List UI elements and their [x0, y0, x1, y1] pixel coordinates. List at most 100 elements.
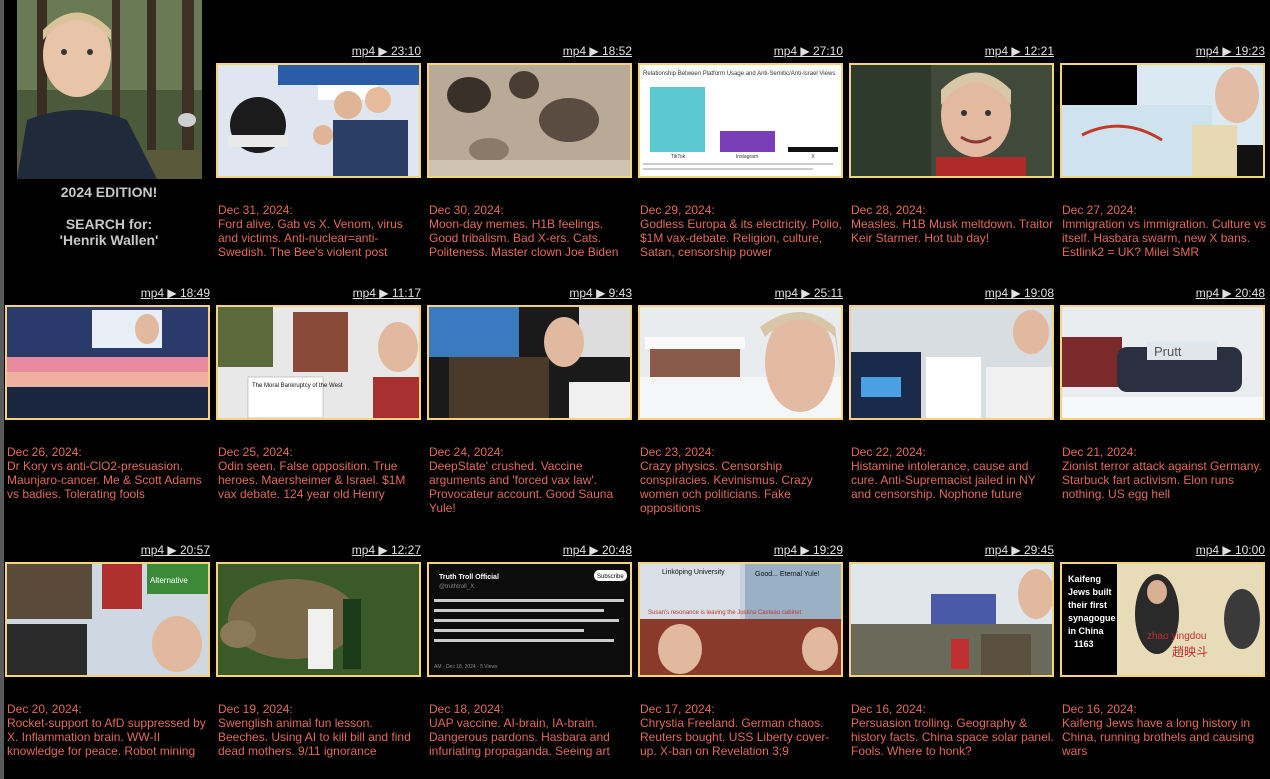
video-card: mp4 ▶ 18:52 Dec 30, 2024: Moon-day memes… — [427, 44, 632, 274]
thumbnail-chart-title: Relationship Between Platform Usage and … — [643, 71, 835, 77]
mp4-download-link[interactable]: mp4 ▶ 19:23 — [1196, 44, 1265, 58]
mp4-download-link[interactable]: mp4 ▶ 23:10 — [352, 44, 421, 58]
video-description[interactable]: Dr Kory vs anti-ClO2-presuasion. Maunjar… — [7, 459, 212, 501]
video-description[interactable]: Odin seen. False opposition. True heroes… — [218, 459, 423, 501]
video-thumbnail[interactable] — [5, 305, 210, 420]
thumbnail-caption: The Moral Bankruptcy of the West — [252, 383, 343, 389]
video-card: mp4 ▶ 19:29 Linköping University Good...… — [638, 543, 843, 779]
profile-photo[interactable] — [17, 0, 202, 179]
video-card: mp4 ▶ 25:11 Dec 23, 2024: Crazy physics.… — [638, 286, 843, 526]
edition-label: 2024 EDITION! — [60, 184, 158, 200]
video-thumbnail[interactable]: The Moral Bankruptcy of the West — [216, 305, 421, 420]
mp4-download-link[interactable]: mp4 ▶ 18:49 — [141, 286, 210, 300]
video-thumbnail[interactable]: Kaifeng Jews built their first synagogue… — [1060, 562, 1265, 677]
video-card: mp4 ▶ 19:08 Dec 22, 2024: Histamine into… — [849, 286, 1054, 526]
video-description[interactable]: Moon-day memes. H1B feelings. Good triba… — [429, 217, 634, 259]
thumbnail-text-line: Jews built — [1068, 587, 1112, 597]
video-description[interactable]: Rocket-support to AfD suppressed by X. I… — [7, 716, 212, 758]
video-card: mp4 ▶ 10:00 Kaifeng Jews built their fir… — [1060, 543, 1265, 779]
thumbnail-subscribe: Subscribe — [597, 574, 624, 580]
mp4-download-link[interactable]: mp4 ▶ 12:27 — [352, 543, 421, 557]
video-description[interactable]: Histamine intolerance, cause and cure. A… — [851, 459, 1056, 501]
thumbnail-badge-text: Alternative — [150, 576, 188, 585]
mp4-download-link[interactable]: mp4 ▶ 29:45 — [985, 543, 1054, 557]
video-thumbnail[interactable] — [849, 63, 1054, 178]
mp4-download-link[interactable]: mp4 ▶ 9:43 — [569, 286, 632, 300]
video-card: mp4 ▶ 12:27 Dec 19, 2024: Swenglish anim… — [216, 543, 421, 779]
video-description[interactable]: Immigration vs immigration. Culture vs i… — [1062, 217, 1267, 259]
video-description[interactable]: DeepState' crushed. Vaccine arguments an… — [429, 459, 634, 515]
video-date: Dec 20, 2024: — [7, 702, 82, 716]
video-description[interactable]: Swenglish animal fun lesson. Beeches. Us… — [218, 716, 423, 758]
video-thumbnail[interactable] — [849, 562, 1054, 677]
video-date: Dec 22, 2024: — [851, 445, 926, 459]
video-description[interactable]: UAP vaccine. AI-brain, IA-brain. Dangero… — [429, 716, 634, 758]
mp4-download-link[interactable]: mp4 ▶ 20:48 — [563, 543, 632, 557]
video-card: mp4 ▶ 11:17 The Moral Bankruptcy of the … — [216, 286, 421, 526]
thumbnail-bar-label: Instagram — [736, 154, 758, 160]
mp4-download-link[interactable]: mp4 ▶ 27:10 — [774, 44, 843, 58]
video-thumbnail[interactable]: Linköping University Good... Eternal Yul… — [638, 562, 843, 677]
video-thumbnail[interactable]: Alternative — [5, 562, 210, 677]
video-thumbnail[interactable] — [427, 305, 632, 420]
video-card: mp4 ▶ 12:21 Dec 28, 2024: Measles. H1B M… — [849, 44, 1054, 274]
video-date: Dec 28, 2024: — [851, 203, 926, 217]
thumbnail-text-line: 1163 — [1074, 639, 1094, 649]
video-thumbnail[interactable] — [216, 63, 421, 178]
thumbnail-middle-text: Susan's resonance is leaving the Justina… — [648, 610, 802, 616]
video-card: mp4 ▶ 27:10 Relationship Between Platfor… — [638, 44, 843, 274]
video-thumbnail[interactable] — [1060, 63, 1265, 178]
thumbnail-account-name: Truth Troll Official — [439, 574, 499, 581]
video-date: Dec 19, 2024: — [218, 702, 293, 716]
video-date: Dec 31, 2024: — [218, 203, 293, 217]
thumbnail-account-handle: @truthtroll_X — [439, 584, 474, 590]
thumbnail-text-line: in China — [1068, 626, 1104, 636]
video-card: mp4 ▶ 18:49 Dec 26, 2024: Dr Kory vs ant… — [5, 286, 210, 526]
video-description[interactable]: Measles. H1B Musk meltdown. Traitor Keir… — [851, 217, 1056, 245]
mp4-download-link[interactable]: mp4 ▶ 20:57 — [141, 543, 210, 557]
video-thumbnail[interactable] — [216, 562, 421, 677]
thumbnail-text-line: synagogue — [1068, 613, 1116, 623]
mp4-download-link[interactable]: mp4 ▶ 11:17 — [353, 286, 421, 300]
video-thumbnail[interactable]: Prutt — [1060, 305, 1265, 420]
thumbnail-left-text: Linköping University — [662, 569, 725, 576]
thumbnail-chinese-text: 趙映斗 — [1172, 644, 1208, 659]
search-hint-line2: 'Henrik Wallen' — [59, 232, 159, 248]
video-date: Dec 24, 2024: — [429, 445, 504, 459]
video-description[interactable]: Persuasion trolling. Geography & history… — [851, 716, 1056, 758]
mp4-download-link[interactable]: mp4 ▶ 25:11 — [775, 286, 843, 300]
video-date: Dec 21, 2024: — [1062, 445, 1137, 459]
video-thumbnail[interactable] — [427, 63, 632, 178]
video-card: mp4 ▶ 20:57 Alternative Dec 20, 2024: Ro… — [5, 543, 210, 779]
mp4-download-link[interactable]: mp4 ▶ 10:00 — [1196, 543, 1265, 557]
mp4-download-link[interactable]: mp4 ▶ 18:52 — [563, 44, 632, 58]
thumbnail-graffiti-text: Prutt — [1154, 344, 1182, 359]
video-description[interactable]: Ford alive. Gab vs X. Venom, virus and v… — [218, 217, 423, 259]
video-date: Dec 30, 2024: — [429, 203, 504, 217]
thumbnail-text-line: their first — [1068, 600, 1107, 610]
video-thumbnail[interactable]: Relationship Between Platform Usage and … — [638, 63, 843, 178]
video-thumbnail[interactable] — [638, 305, 843, 420]
video-description[interactable]: Kaifeng Jews have a long history in Chin… — [1062, 716, 1267, 758]
video-date: Dec 23, 2024: — [640, 445, 715, 459]
video-thumbnail[interactable] — [849, 305, 1054, 420]
mp4-download-link[interactable]: mp4 ▶ 19:08 — [985, 286, 1054, 300]
video-card: mp4 ▶ 9:43 Dec 24, 2024: DeepState' crus… — [427, 286, 632, 526]
mp4-download-link[interactable]: mp4 ▶ 12:21 — [985, 44, 1054, 58]
mp4-download-link[interactable]: mp4 ▶ 20:48 — [1196, 286, 1265, 300]
video-date: Dec 25, 2024: — [218, 445, 293, 459]
video-description[interactable]: Crazy physics. Censorship conspiracies. … — [640, 459, 845, 515]
video-date: Dec 16, 2024: — [1062, 702, 1137, 716]
video-description[interactable]: Godless Europa & its electricity. Polio,… — [640, 217, 845, 259]
video-card: mp4 ▶ 29:45 Dec 16, 2024: Persuasion tro… — [849, 543, 1054, 779]
video-card: mp4 ▶ 19:23 Dec 27, 2024: Immigration vs… — [1060, 44, 1267, 274]
thumbnail-text-line: Kaifeng — [1068, 574, 1101, 584]
video-thumbnail[interactable]: Truth Troll Official @truthtroll_X Subsc… — [427, 562, 632, 677]
video-description[interactable]: Zionist terror attack against Germany. S… — [1062, 459, 1267, 501]
search-hint-line1: SEARCH for: — [65, 216, 153, 232]
video-description[interactable]: Chrystia Freeland. German chaos. Reuters… — [640, 716, 845, 758]
video-date: Dec 26, 2024: — [7, 445, 82, 459]
video-card: mp4 ▶ 20:48 Truth Troll Official @trutht… — [427, 543, 632, 779]
video-date: Dec 27, 2024: — [1062, 203, 1137, 217]
mp4-download-link[interactable]: mp4 ▶ 19:29 — [774, 543, 843, 557]
